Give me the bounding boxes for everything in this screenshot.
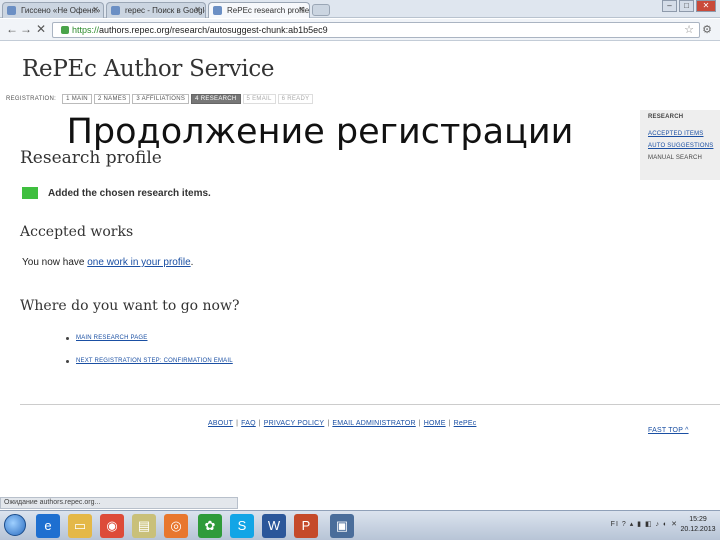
maximize-button[interactable]: □ xyxy=(679,0,694,12)
favicon-icon xyxy=(111,6,120,15)
footer-about-link[interactable]: ABOUT xyxy=(208,420,233,427)
main-research-page-link[interactable]: MAIN RESEARCH PAGE xyxy=(66,335,148,341)
sidebar-item-auto-suggestions[interactable]: AUTO SUGGESTIONS xyxy=(648,143,720,149)
sidebar-item-accepted[interactable]: ACCEPTED ITEMS xyxy=(648,131,720,137)
forward-arrow-icon[interactable]: → xyxy=(20,22,32,36)
system-tray: FI ? ▴ ▮ ◧ ♪ ◐ ✕ xyxy=(610,521,678,528)
picture-viewer-icon[interactable]: ▣ xyxy=(330,514,354,538)
go-now-heading: Where do you want to go now? xyxy=(20,298,240,314)
browser-tab-2[interactable]: repec - Поиск в Google ✕ xyxy=(106,2,206,18)
back-arrow-icon[interactable]: ← xyxy=(6,22,18,36)
tab-close-icon[interactable]: ✕ xyxy=(194,5,201,14)
minimize-button[interactable]: – xyxy=(662,0,677,12)
internet-explorer-icon[interactable]: e xyxy=(36,514,60,538)
sidebar-heading: RESEARCH xyxy=(648,114,684,120)
tab-strip: Гиссено «Не Офеня» про ✕ repec - Поиск в… xyxy=(0,0,720,18)
status-bar: Ожидание authors.repec.org... xyxy=(0,497,238,509)
address-bar[interactable]: https://authors.repec.org/research/autos… xyxy=(52,22,700,38)
start-button[interactable] xyxy=(4,514,26,536)
language-indicator[interactable]: FI xyxy=(611,521,619,528)
footer-faq-link[interactable]: FAQ xyxy=(241,420,256,427)
footer-email-admin-link[interactable]: EMAIL ADMINISTRATOR xyxy=(332,420,415,427)
footer-repec-link[interactable]: RePEc xyxy=(454,420,477,427)
wrench-icon[interactable]: ⚙ xyxy=(702,23,712,36)
taskbar: e ▭ ◉ ▤ ◎ ✿ S W P ▣ FI ? ▴ ▮ ◧ ♪ ◐ ✕ 15:… xyxy=(0,510,720,540)
icq-icon[interactable]: ✿ xyxy=(198,514,222,538)
step-main[interactable]: 1 MAIN xyxy=(62,94,92,104)
lock-icon xyxy=(61,26,69,34)
accepted-prefix: You now have xyxy=(22,257,88,268)
registration-steps: REGISTRATION: 1 MAIN 2 NAMES 3 AFFILIATI… xyxy=(6,94,315,104)
registration-label: REGISTRATION: xyxy=(6,96,57,102)
stop-icon[interactable]: ✕ xyxy=(36,22,46,36)
powerpoint-icon[interactable]: P xyxy=(294,514,318,538)
research-sidebar: RESEARCH ACCEPTED ITEMS AUTO SUGGESTIONS… xyxy=(640,110,720,180)
window-controls: – □ ✕ xyxy=(662,0,716,12)
browser-toolbar: ← → ✕ https://authors.repec.org/research… xyxy=(0,19,720,41)
works-profile-link[interactable]: one work in your profile xyxy=(87,257,190,268)
clock-date: 20.12.2013 xyxy=(680,526,716,533)
footer-divider xyxy=(20,404,720,405)
favicon-icon xyxy=(213,6,222,15)
footer-privacy-link[interactable]: PRIVACY POLICY xyxy=(264,420,325,427)
accepted-works-text: You now have one work in your profile. xyxy=(22,257,193,268)
tab-close-icon[interactable]: ✕ xyxy=(298,5,305,14)
accepted-works-heading: Accepted works xyxy=(20,224,134,240)
firefox-icon[interactable]: ◎ xyxy=(164,514,188,538)
new-tab-button[interactable] xyxy=(312,4,330,16)
tab-label: RePEc research profile xyxy=(227,6,310,15)
taskbar-clock[interactable]: 15:29 20.12.2013 xyxy=(680,515,716,535)
favicon-icon xyxy=(7,6,16,15)
research-profile-heading: Research profile xyxy=(20,148,162,168)
success-indicator-icon xyxy=(22,187,38,199)
clock-time: 15:29 xyxy=(689,516,707,523)
tab-close-icon[interactable]: ✕ xyxy=(92,5,99,14)
step-affiliations[interactable]: 3 AFFILIATIONS xyxy=(132,94,190,104)
next-step-link[interactable]: NEXT REGISTRATION STEP: CONFIRMATION EMA… xyxy=(66,358,233,364)
success-text: Added the chosen research items. xyxy=(48,187,211,199)
browser-tab-1[interactable]: Гиссено «Не Офеня» про ✕ xyxy=(2,2,104,18)
step-email: 5 EMAIL xyxy=(242,94,276,104)
skype-icon[interactable]: S xyxy=(230,514,254,538)
step-ready: 6 READY xyxy=(277,94,314,104)
accepted-suffix: . xyxy=(190,257,194,268)
site-title: RePEc Author Service xyxy=(22,56,275,82)
footer-home-link[interactable]: HOME xyxy=(424,420,446,427)
url-scheme: https:// xyxy=(72,25,100,35)
notes-icon[interactable]: ▤ xyxy=(132,514,156,538)
step-names[interactable]: 2 NAMES xyxy=(93,94,131,104)
success-message: Added the chosen research items. xyxy=(22,187,211,199)
close-window-button[interactable]: ✕ xyxy=(696,0,716,12)
fast-top-link[interactable]: FAST TOP ^ xyxy=(648,427,689,434)
sidebar-item-manual-search[interactable]: MANUAL SEARCH xyxy=(648,155,720,161)
word-icon[interactable]: W xyxy=(262,514,286,538)
explorer-folder-icon[interactable]: ▭ xyxy=(68,514,92,538)
step-research[interactable]: 4 RESEARCH xyxy=(191,94,241,104)
bookmark-star-icon[interactable]: ☆ xyxy=(684,23,694,36)
url-path: authors.repec.org/research/autosuggest-c… xyxy=(99,25,328,35)
chrome-icon[interactable]: ◉ xyxy=(100,514,124,538)
browser-tab-3[interactable]: RePEc research profile ✕ xyxy=(208,2,310,18)
footer-links: ABOUT | FAQ | PRIVACY POLICY | EMAIL ADMINI… xyxy=(208,420,477,427)
